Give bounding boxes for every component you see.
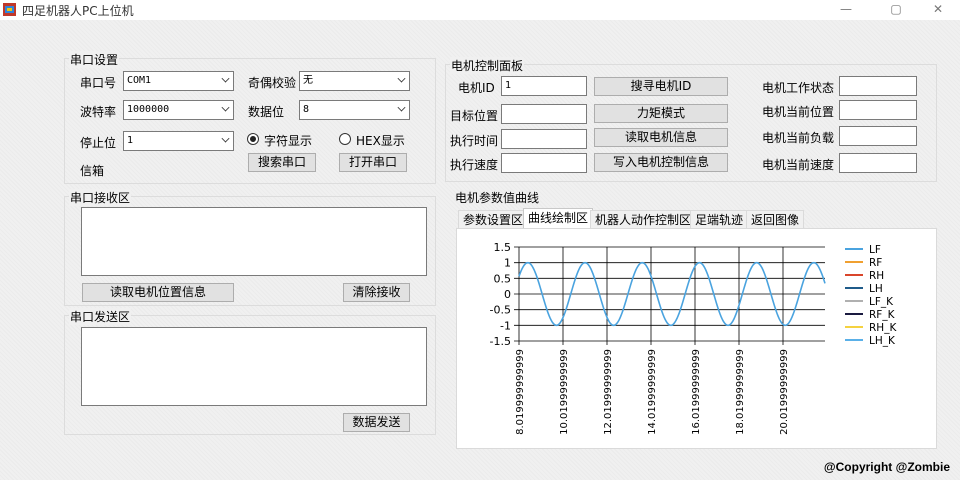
x-tick-label: 12.01999999999: [603, 349, 614, 435]
target-position-input[interactable]: [501, 104, 587, 124]
curve-title: 电机参数值曲线: [455, 191, 540, 205]
motor-load-label: 电机当前负载: [762, 131, 835, 145]
window-title: 四足机器人PC上位机: [22, 4, 134, 18]
x-tick-label: 8.019999999999: [515, 349, 526, 435]
receive-title: 串口接收区: [69, 189, 132, 206]
char-display-label: 字符显示: [264, 134, 313, 148]
tab-return-image[interactable]: 返回图像: [746, 210, 805, 229]
legend-label: LF_K: [869, 296, 894, 308]
stopbits-label: 停止位: [80, 136, 117, 150]
motor-status-output: [839, 76, 917, 96]
exec-speed-label: 执行速度: [450, 158, 499, 172]
tab-param-settings[interactable]: 参数设置区: [458, 210, 529, 229]
motor-control-title: 电机控制面板: [450, 57, 525, 74]
chevron-down-icon: [221, 74, 230, 83]
parity-value: 无: [303, 75, 313, 86]
search-port-button[interactable]: 搜索串口: [248, 153, 316, 172]
send-textarea[interactable]: [81, 327, 427, 406]
serial-settings-title: 串口设置: [69, 51, 120, 68]
motor-load-output: [839, 126, 917, 146]
char-display-radio[interactable]: [247, 133, 259, 145]
y-tick-label: -1: [500, 319, 511, 332]
motor-status-label: 电机工作状态: [762, 81, 835, 95]
motor-position-output: [839, 100, 917, 120]
x-tick-label: 18.01999999999: [735, 349, 746, 435]
baud-combo[interactable]: 1000000: [123, 100, 234, 120]
x-tick-label: 14.01999999999: [647, 349, 658, 435]
chevron-down-icon: [221, 103, 230, 112]
send-title: 串口发送区: [69, 308, 132, 325]
y-tick-label: 0: [504, 288, 511, 301]
hex-display-radio[interactable]: [339, 133, 351, 145]
title-bar: 四足机器人PC上位机 — ▢ ✕: [0, 0, 960, 20]
parity-label: 奇偶校验: [248, 76, 297, 90]
exec-time-label: 执行时间: [450, 134, 499, 148]
exec-speed-input[interactable]: [501, 153, 587, 173]
stopbits-combo[interactable]: 1: [123, 131, 234, 151]
legend-label: RF_K: [869, 309, 896, 321]
port-value: COM1: [127, 75, 152, 86]
chevron-down-icon: [221, 134, 230, 143]
databits-combo[interactable]: 8: [299, 100, 410, 120]
hex-display-label: HEX显示: [356, 134, 405, 148]
motor-speed-output: [839, 153, 917, 173]
legend-label: RF: [869, 257, 882, 269]
mailbox-label: 信箱: [80, 164, 105, 178]
open-port-button[interactable]: 打开串口: [339, 153, 407, 172]
chevron-down-icon: [397, 74, 406, 83]
databits-label: 数据位: [248, 105, 285, 119]
baud-label: 波特率: [80, 105, 117, 119]
minimize-button[interactable]: —: [826, 0, 866, 20]
exec-time-input[interactable]: [501, 129, 587, 149]
app-icon: [3, 3, 16, 16]
copyright-text: @Copyright @Zombie: [823, 460, 950, 474]
close-button[interactable]: ✕: [918, 0, 958, 20]
y-tick-label: -1.5: [490, 335, 511, 348]
legend-label: RH: [869, 270, 884, 282]
clear-receive-button[interactable]: 清除接收: [343, 283, 410, 302]
motor-position-label: 电机当前位置: [762, 105, 835, 119]
search-motor-id-button[interactable]: 搜寻电机ID: [594, 77, 728, 96]
baud-value: 1000000: [127, 104, 170, 115]
tab-curve-plot[interactable]: 曲线绘制区: [523, 208, 594, 229]
y-tick-label: 1: [504, 257, 511, 270]
tab-robot-action[interactable]: 机器人动作控制区: [590, 210, 697, 229]
app-window: 四足机器人PC上位机 — ▢ ✕ 串口设置 串口号 COM1 奇偶校验 无 波特…: [0, 0, 960, 480]
port-label: 串口号: [80, 76, 117, 90]
read-motor-info-button[interactable]: 读取电机信息: [594, 128, 728, 147]
tab-foot-trajectory[interactable]: 足端轨迹: [690, 210, 749, 229]
send-data-button[interactable]: 数据发送: [343, 413, 410, 432]
target-position-label: 目标位置: [450, 109, 499, 123]
legend-label: LF: [869, 244, 881, 256]
stopbits-value: 1: [127, 135, 134, 146]
legend-label: LH_K: [869, 335, 896, 347]
parity-combo[interactable]: 无: [299, 71, 410, 91]
y-tick-label: -0.5: [490, 304, 511, 317]
legend-label: LH: [869, 283, 883, 295]
chevron-down-icon: [397, 103, 406, 112]
motor-id-input[interactable]: 1: [501, 76, 587, 96]
motor-speed-label: 电机当前速度: [762, 158, 835, 172]
maximize-button[interactable]: ▢: [876, 0, 916, 20]
x-tick-label: 10.01999999999: [559, 349, 570, 435]
motor-id-label: 电机ID: [458, 81, 495, 95]
curve-tab-panel: 1.5 1 0.5 0 -0.5 -1 -1.5 8.019999999999 10.01999…: [456, 228, 937, 449]
x-tick-label: 16.01999999999: [691, 349, 702, 435]
receive-textarea[interactable]: [81, 207, 427, 276]
torque-mode-button[interactable]: 力矩模式: [594, 104, 728, 123]
y-tick-label: 0.5: [494, 272, 512, 285]
y-tick-label: 1.5: [494, 241, 512, 254]
databits-value: 8: [303, 104, 310, 115]
write-motor-control-button[interactable]: 写入电机控制信息: [594, 153, 728, 172]
port-combo[interactable]: COM1: [123, 71, 234, 91]
motor-curve-chart: 1.5 1 0.5 0 -0.5 -1 -1.5 8.019999999999 10.01999…: [490, 241, 898, 435]
legend-label: RH_K: [869, 322, 897, 334]
x-tick-label: 20.01999999999: [779, 349, 790, 435]
read-motor-position-button[interactable]: 读取电机位置信息: [82, 283, 234, 302]
